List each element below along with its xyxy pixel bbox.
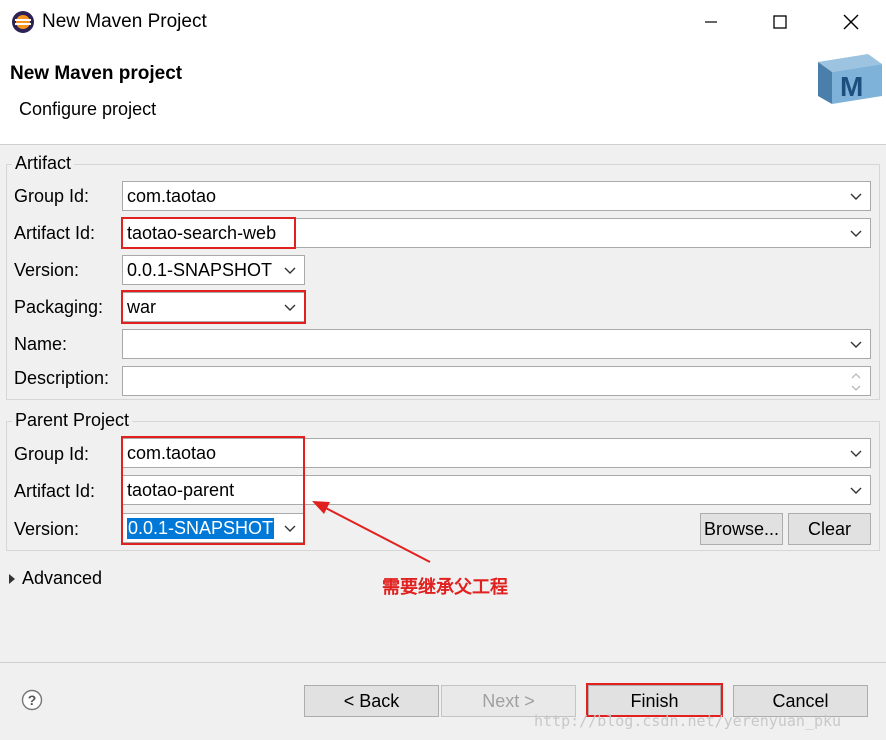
highlight-box-artifact-id [121, 217, 296, 249]
description-textarea[interactable] [122, 366, 871, 396]
group-id-label: Group Id: [14, 186, 90, 206]
wizard-title: New Maven project [10, 63, 183, 84]
expand-arrow-icon[interactable] [8, 573, 16, 585]
wizard-subtitle: Configure project [19, 99, 157, 119]
chevron-down-icon [850, 341, 862, 348]
parent-artifact-id-label: Artifact Id: [14, 481, 96, 501]
group-id-combo[interactable]: com.taotao [122, 181, 871, 211]
highlight-box-parent-fields [121, 436, 305, 545]
artifact-legend: Artifact [12, 153, 75, 174]
minimize-button[interactable] [688, 0, 734, 44]
minimize-icon [705, 21, 717, 23]
watermark: http://blog.csdn.net/yerenyuan_pku [534, 712, 842, 730]
svg-text:M: M [840, 71, 863, 102]
name-label: Name: [14, 334, 68, 354]
svg-text:?: ? [28, 692, 37, 708]
close-icon [843, 14, 859, 30]
chevron-down-icon [284, 267, 296, 274]
version-label: Version: [14, 260, 80, 280]
packaging-label: Packaging: [14, 297, 104, 317]
chevron-down-icon [850, 230, 862, 237]
spinner-arrows-icon[interactable] [850, 370, 862, 394]
advanced-toggle[interactable]: Advanced [22, 568, 102, 589]
name-combo[interactable] [122, 329, 871, 359]
maximize-button[interactable] [757, 0, 803, 44]
parent-project-legend: Parent Project [12, 410, 133, 431]
browse-button[interactable]: Browse... [700, 513, 783, 545]
parent-group-id-label: Group Id: [14, 444, 90, 464]
maven-logo-icon: M [818, 54, 882, 104]
parent-version-label: Version: [14, 519, 80, 539]
window-title: New Maven Project [42, 11, 207, 32]
description-label: Description: [14, 368, 110, 388]
close-button[interactable] [828, 0, 874, 44]
clear-button[interactable]: Clear [788, 513, 871, 545]
wizard-header [0, 44, 886, 145]
group-id-value: com.taotao [127, 185, 217, 206]
highlight-box-packaging [121, 290, 306, 324]
eclipse-icon [12, 11, 34, 33]
help-icon[interactable]: ? [21, 689, 43, 711]
chevron-down-icon [850, 450, 862, 457]
maximize-icon [773, 15, 787, 29]
version-select[interactable]: 0.0.1-SNAPSHOT [122, 255, 305, 285]
artifact-id-label: Artifact Id: [14, 223, 96, 243]
annotation-arrow [312, 501, 431, 563]
back-button[interactable]: < Back [304, 685, 439, 717]
version-value: 0.0.1-SNAPSHOT [127, 259, 273, 280]
annotation-text: 需要继承父工程 [382, 577, 508, 597]
chevron-down-icon [850, 487, 862, 494]
chevron-down-icon [850, 193, 862, 200]
